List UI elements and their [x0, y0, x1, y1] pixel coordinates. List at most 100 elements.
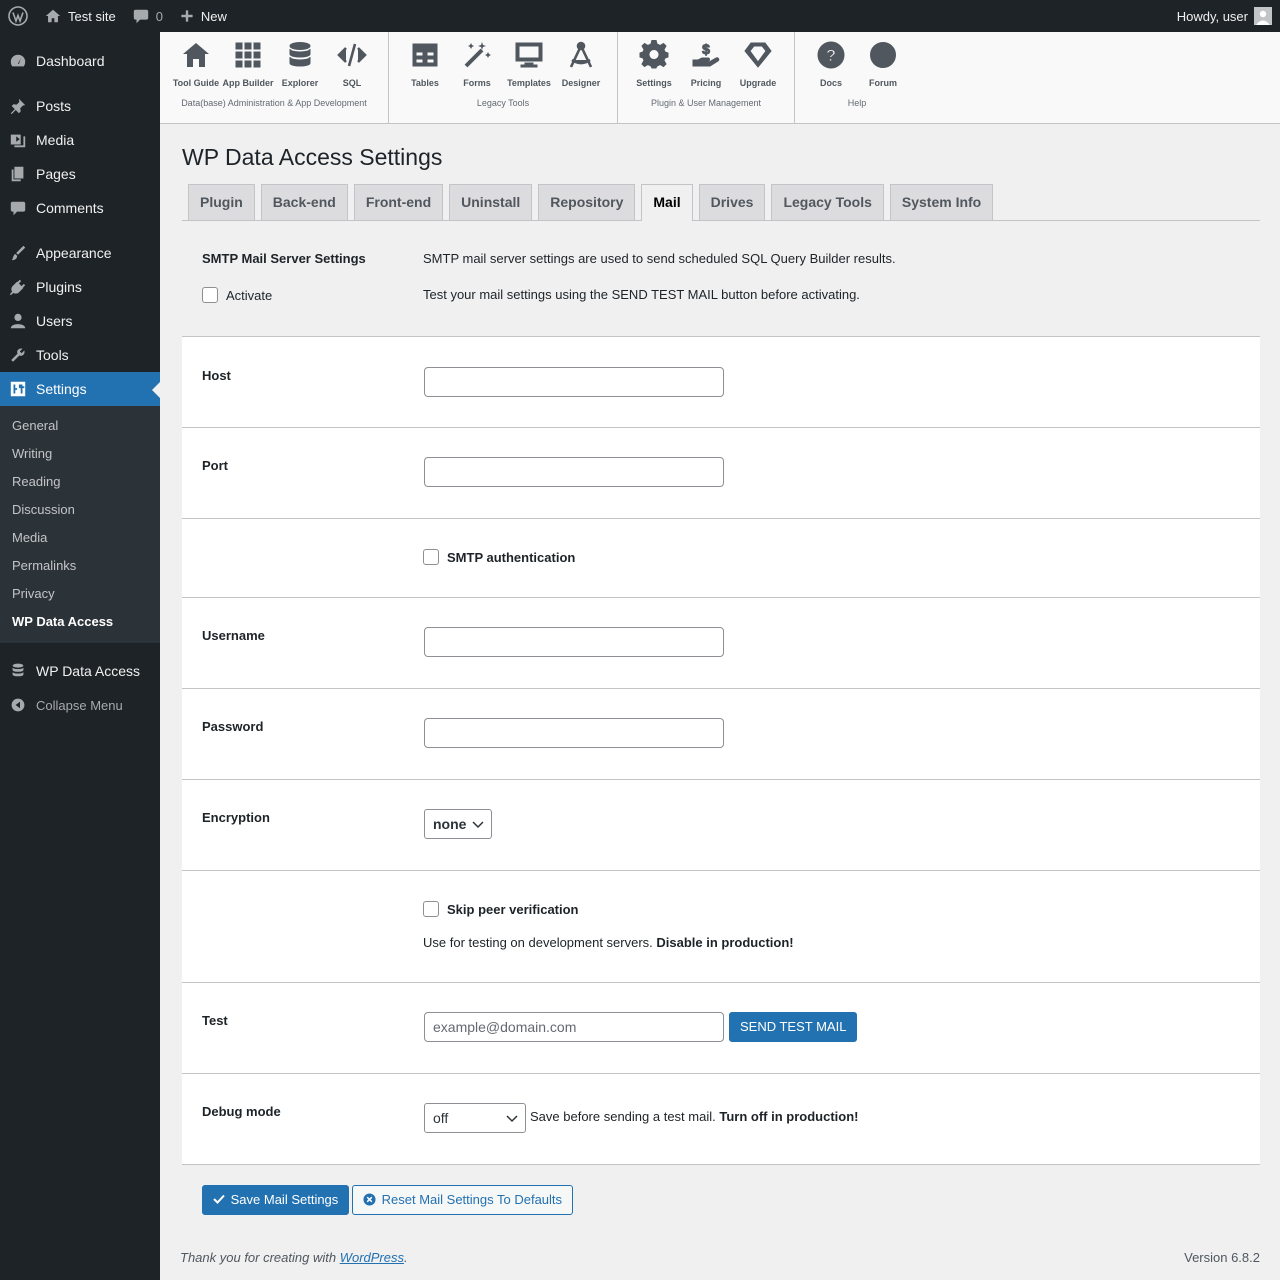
- monitor-icon: [515, 42, 543, 68]
- footer-period: .: [404, 1250, 408, 1265]
- submenu-writing[interactable]: Writing: [0, 440, 160, 468]
- tab-mail[interactable]: Mail: [641, 184, 693, 221]
- tab-front-end[interactable]: Front-end: [353, 184, 444, 220]
- submenu-media[interactable]: Media: [0, 524, 160, 552]
- submenu-general[interactable]: General: [0, 412, 160, 440]
- tool-label: Designer: [561, 78, 601, 88]
- tab-drives[interactable]: Drives: [698, 184, 766, 220]
- smtp-intro: SMTP Mail Server Settings SMTP mail serv…: [182, 221, 1260, 336]
- debug-select[interactable]: off: [424, 1103, 526, 1133]
- menu-wp-data-access[interactable]: WP Data Access: [0, 654, 160, 688]
- plus-icon: [181, 10, 193, 22]
- smtp-description: SMTP mail server settings are used to se…: [423, 251, 896, 266]
- life-ring-icon: [870, 42, 896, 68]
- tool-guide-button[interactable]: Tool Guide: [170, 40, 222, 98]
- tab-back-end[interactable]: Back-end: [260, 184, 348, 220]
- skip-peer-warning: Disable in production!: [656, 935, 794, 950]
- menu-tools[interactable]: Tools: [0, 338, 160, 372]
- comments-link[interactable]: 0: [124, 0, 171, 32]
- test-label: Test: [202, 1013, 228, 1028]
- site-name-link[interactable]: Test site: [36, 0, 124, 32]
- forms-button[interactable]: Forms: [451, 40, 503, 98]
- menu-appearance[interactable]: Appearance: [0, 236, 160, 270]
- new-content-link[interactable]: New: [171, 0, 235, 32]
- settings-content: WP Data Access Settings Plugin Back-end …: [182, 124, 1260, 1225]
- submenu-discussion[interactable]: Discussion: [0, 496, 160, 524]
- sql-button[interactable]: SQL: [326, 40, 378, 98]
- menu-label: Comments: [36, 200, 104, 216]
- test-email-input[interactable]: example@domain.com: [424, 1012, 724, 1042]
- menu-users[interactable]: Users: [0, 304, 160, 338]
- username-input[interactable]: [424, 627, 724, 657]
- svg-text:?: ?: [826, 46, 836, 65]
- debug-label: Debug mode: [202, 1104, 281, 1119]
- collapse-menu-button[interactable]: Collapse Menu: [0, 688, 160, 722]
- tool-label: Pricing: [690, 78, 722, 88]
- gem-icon: [744, 42, 772, 68]
- menu-plugins[interactable]: Plugins: [0, 270, 160, 304]
- submenu-reading[interactable]: Reading: [0, 468, 160, 496]
- send-test-mail-button[interactable]: SEND TEST MAIL: [729, 1012, 858, 1042]
- settings-button[interactable]: Settings: [628, 40, 680, 98]
- menu-media[interactable]: Media: [0, 123, 160, 157]
- explorer-button[interactable]: Explorer: [274, 40, 326, 98]
- action-buttons: Save Mail Settings Reset Mail Settings T…: [182, 1165, 1260, 1225]
- menu-settings[interactable]: Settings: [0, 372, 160, 406]
- docs-button[interactable]: ? Docs: [805, 40, 857, 98]
- tool-label: Docs: [819, 78, 842, 88]
- menu-posts[interactable]: Posts: [0, 89, 160, 123]
- tool-label: Forum: [869, 78, 897, 88]
- tables-button[interactable]: Tables: [399, 40, 451, 98]
- debug-desc-text: Save before sending a test mail.: [530, 1109, 716, 1124]
- app-builder-button[interactable]: App Builder: [222, 40, 274, 98]
- port-input[interactable]: [424, 457, 724, 487]
- templates-button[interactable]: Templates: [503, 40, 555, 98]
- encryption-value: none: [433, 816, 467, 832]
- menu-comments[interactable]: Comments: [0, 191, 160, 225]
- designer-button[interactable]: Designer: [555, 40, 607, 98]
- host-input[interactable]: [424, 367, 724, 397]
- user-account-menu[interactable]: Howdy, user: [1169, 0, 1280, 32]
- comment-icon: [133, 9, 148, 24]
- submenu-wp-data-access[interactable]: WP Data Access: [0, 608, 160, 636]
- password-input[interactable]: [424, 718, 724, 748]
- menu-label: WP Data Access: [36, 663, 141, 679]
- toolbar-group-help: ? Docs Forum Help: [795, 32, 919, 123]
- submenu-privacy[interactable]: Privacy: [0, 580, 160, 608]
- debug-value: off: [433, 1110, 449, 1126]
- question-circle-icon: ?: [817, 41, 845, 69]
- tool-label: Upgrade: [739, 78, 777, 88]
- submenu-permalinks[interactable]: Permalinks: [0, 552, 160, 580]
- save-mail-settings-button[interactable]: Save Mail Settings: [202, 1185, 350, 1215]
- encryption-select[interactable]: none: [424, 809, 492, 839]
- admin-footer: Thank you for creating with WordPress. V…: [180, 1250, 1260, 1265]
- comment-icon: [0, 199, 36, 217]
- tab-legacy-tools[interactable]: Legacy Tools: [771, 184, 884, 220]
- tab-uninstall[interactable]: Uninstall: [449, 184, 533, 220]
- forum-button[interactable]: Forum: [857, 40, 909, 98]
- activate-label: Activate: [226, 287, 273, 303]
- menu-pages[interactable]: Pages: [0, 157, 160, 191]
- pricing-button[interactable]: $ Pricing: [680, 40, 732, 98]
- collapse-arrow-icon: [0, 697, 36, 713]
- reset-mail-settings-button[interactable]: Reset Mail Settings To Defaults: [352, 1185, 574, 1215]
- wordpress-link[interactable]: WordPress: [340, 1250, 404, 1265]
- host-label: Host: [202, 368, 231, 383]
- menu-dashboard[interactable]: Dashboard: [0, 44, 160, 78]
- tab-repository[interactable]: Repository: [538, 184, 636, 220]
- smtp-heading: SMTP Mail Server Settings: [202, 251, 366, 266]
- activate-checkbox[interactable]: [202, 287, 218, 303]
- tab-system-info[interactable]: System Info: [889, 184, 994, 220]
- admin-bar: Test site 0 New Howdy, user: [0, 0, 1280, 32]
- wordpress-logo-icon[interactable]: [0, 0, 36, 32]
- smtp-auth-checkbox[interactable]: [423, 549, 439, 565]
- wpda-toolbar: Tool Guide App Builder Explorer SQL Data…: [160, 32, 1280, 124]
- tool-label: Settings: [636, 78, 672, 88]
- chevron-down-icon: [472, 821, 484, 829]
- tab-plugin[interactable]: Plugin: [188, 184, 255, 220]
- upgrade-button[interactable]: Upgrade: [732, 40, 784, 98]
- pushpin-icon: [0, 97, 36, 115]
- skip-peer-checkbox[interactable]: [423, 901, 439, 917]
- compass-drafting-icon: [569, 41, 593, 68]
- menu-label: Plugins: [36, 279, 82, 295]
